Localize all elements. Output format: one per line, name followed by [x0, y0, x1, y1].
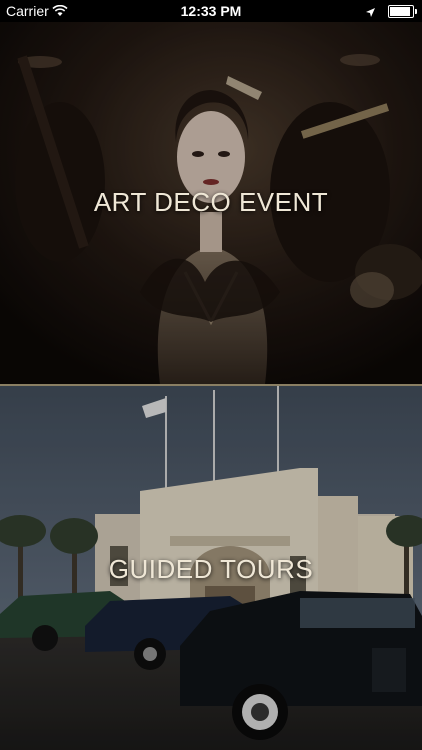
location-arrow-icon [365, 5, 376, 21]
battery-icon [388, 5, 417, 18]
art-deco-event-label: ART DECO EVENT [93, 187, 329, 217]
status-bar: Carrier 12:33 PM [0, 0, 422, 22]
guided-tours-tile[interactable]: GUIDED TOURS [0, 386, 422, 750]
clock: 12:33 PM [180, 3, 242, 19]
art-deco-event-tile[interactable]: ART DECO EVENT [0, 22, 422, 384]
guided-tours-label: GUIDED TOURS [108, 554, 314, 584]
